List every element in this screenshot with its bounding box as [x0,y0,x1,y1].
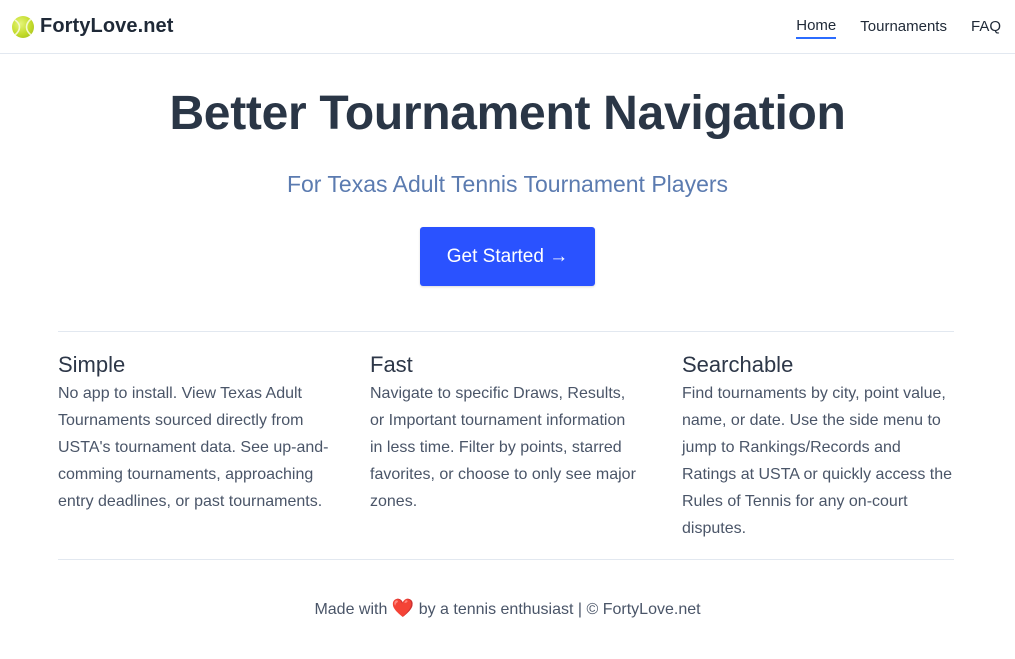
divider [58,331,954,332]
divider [58,559,954,560]
feature-title: Searchable [682,352,794,377]
footer-made-with: Made with [314,601,388,618]
get-started-button[interactable]: Get Started → [420,227,595,286]
tennis-ball-icon [12,15,34,38]
feature-title: Fast [370,352,413,377]
hero-title: Better Tournament Navigation [169,87,846,140]
feature-simple: Simple No app to install. View Texas Adu… [58,350,330,542]
navbar: FortyLove.net Home Tournaments FAQ [0,0,1015,54]
brand-link[interactable]: FortyLove.net [12,15,174,38]
features-section: Simple No app to install. View Texas Adu… [58,350,954,542]
hero-subtitle: For Texas Adult Tennis Tournament Player… [286,171,729,197]
feature-text: Find tournaments by city, point value, n… [682,385,953,537]
footer: Made with ❤️ by a tennis enthusiast | © … [0,598,1015,619]
feature-fast: Fast Navigate to specific Draws, Results… [370,350,642,542]
footer-credit: by a tennis enthusiast | © FortyLove.net [418,601,701,618]
heart-icon: ❤️ [391,598,415,618]
nav-links: Home Tournaments FAQ [796,14,1001,39]
feature-title: Simple [58,352,126,377]
nav-home-link[interactable]: Home [796,14,837,39]
hero-section: Better Tournament Navigation For Texas A… [0,54,1015,286]
nav-tournaments-link[interactable]: Tournaments [860,15,947,38]
feature-text: Navigate to specific Draws, Results, or … [370,385,636,510]
nav-faq-link[interactable]: FAQ [971,15,1001,38]
feature-text: No app to install. View Texas Adult Tour… [58,385,329,510]
feature-searchable: Searchable Find tournaments by city, poi… [682,350,954,542]
brand-name: FortyLove.net [40,15,174,37]
